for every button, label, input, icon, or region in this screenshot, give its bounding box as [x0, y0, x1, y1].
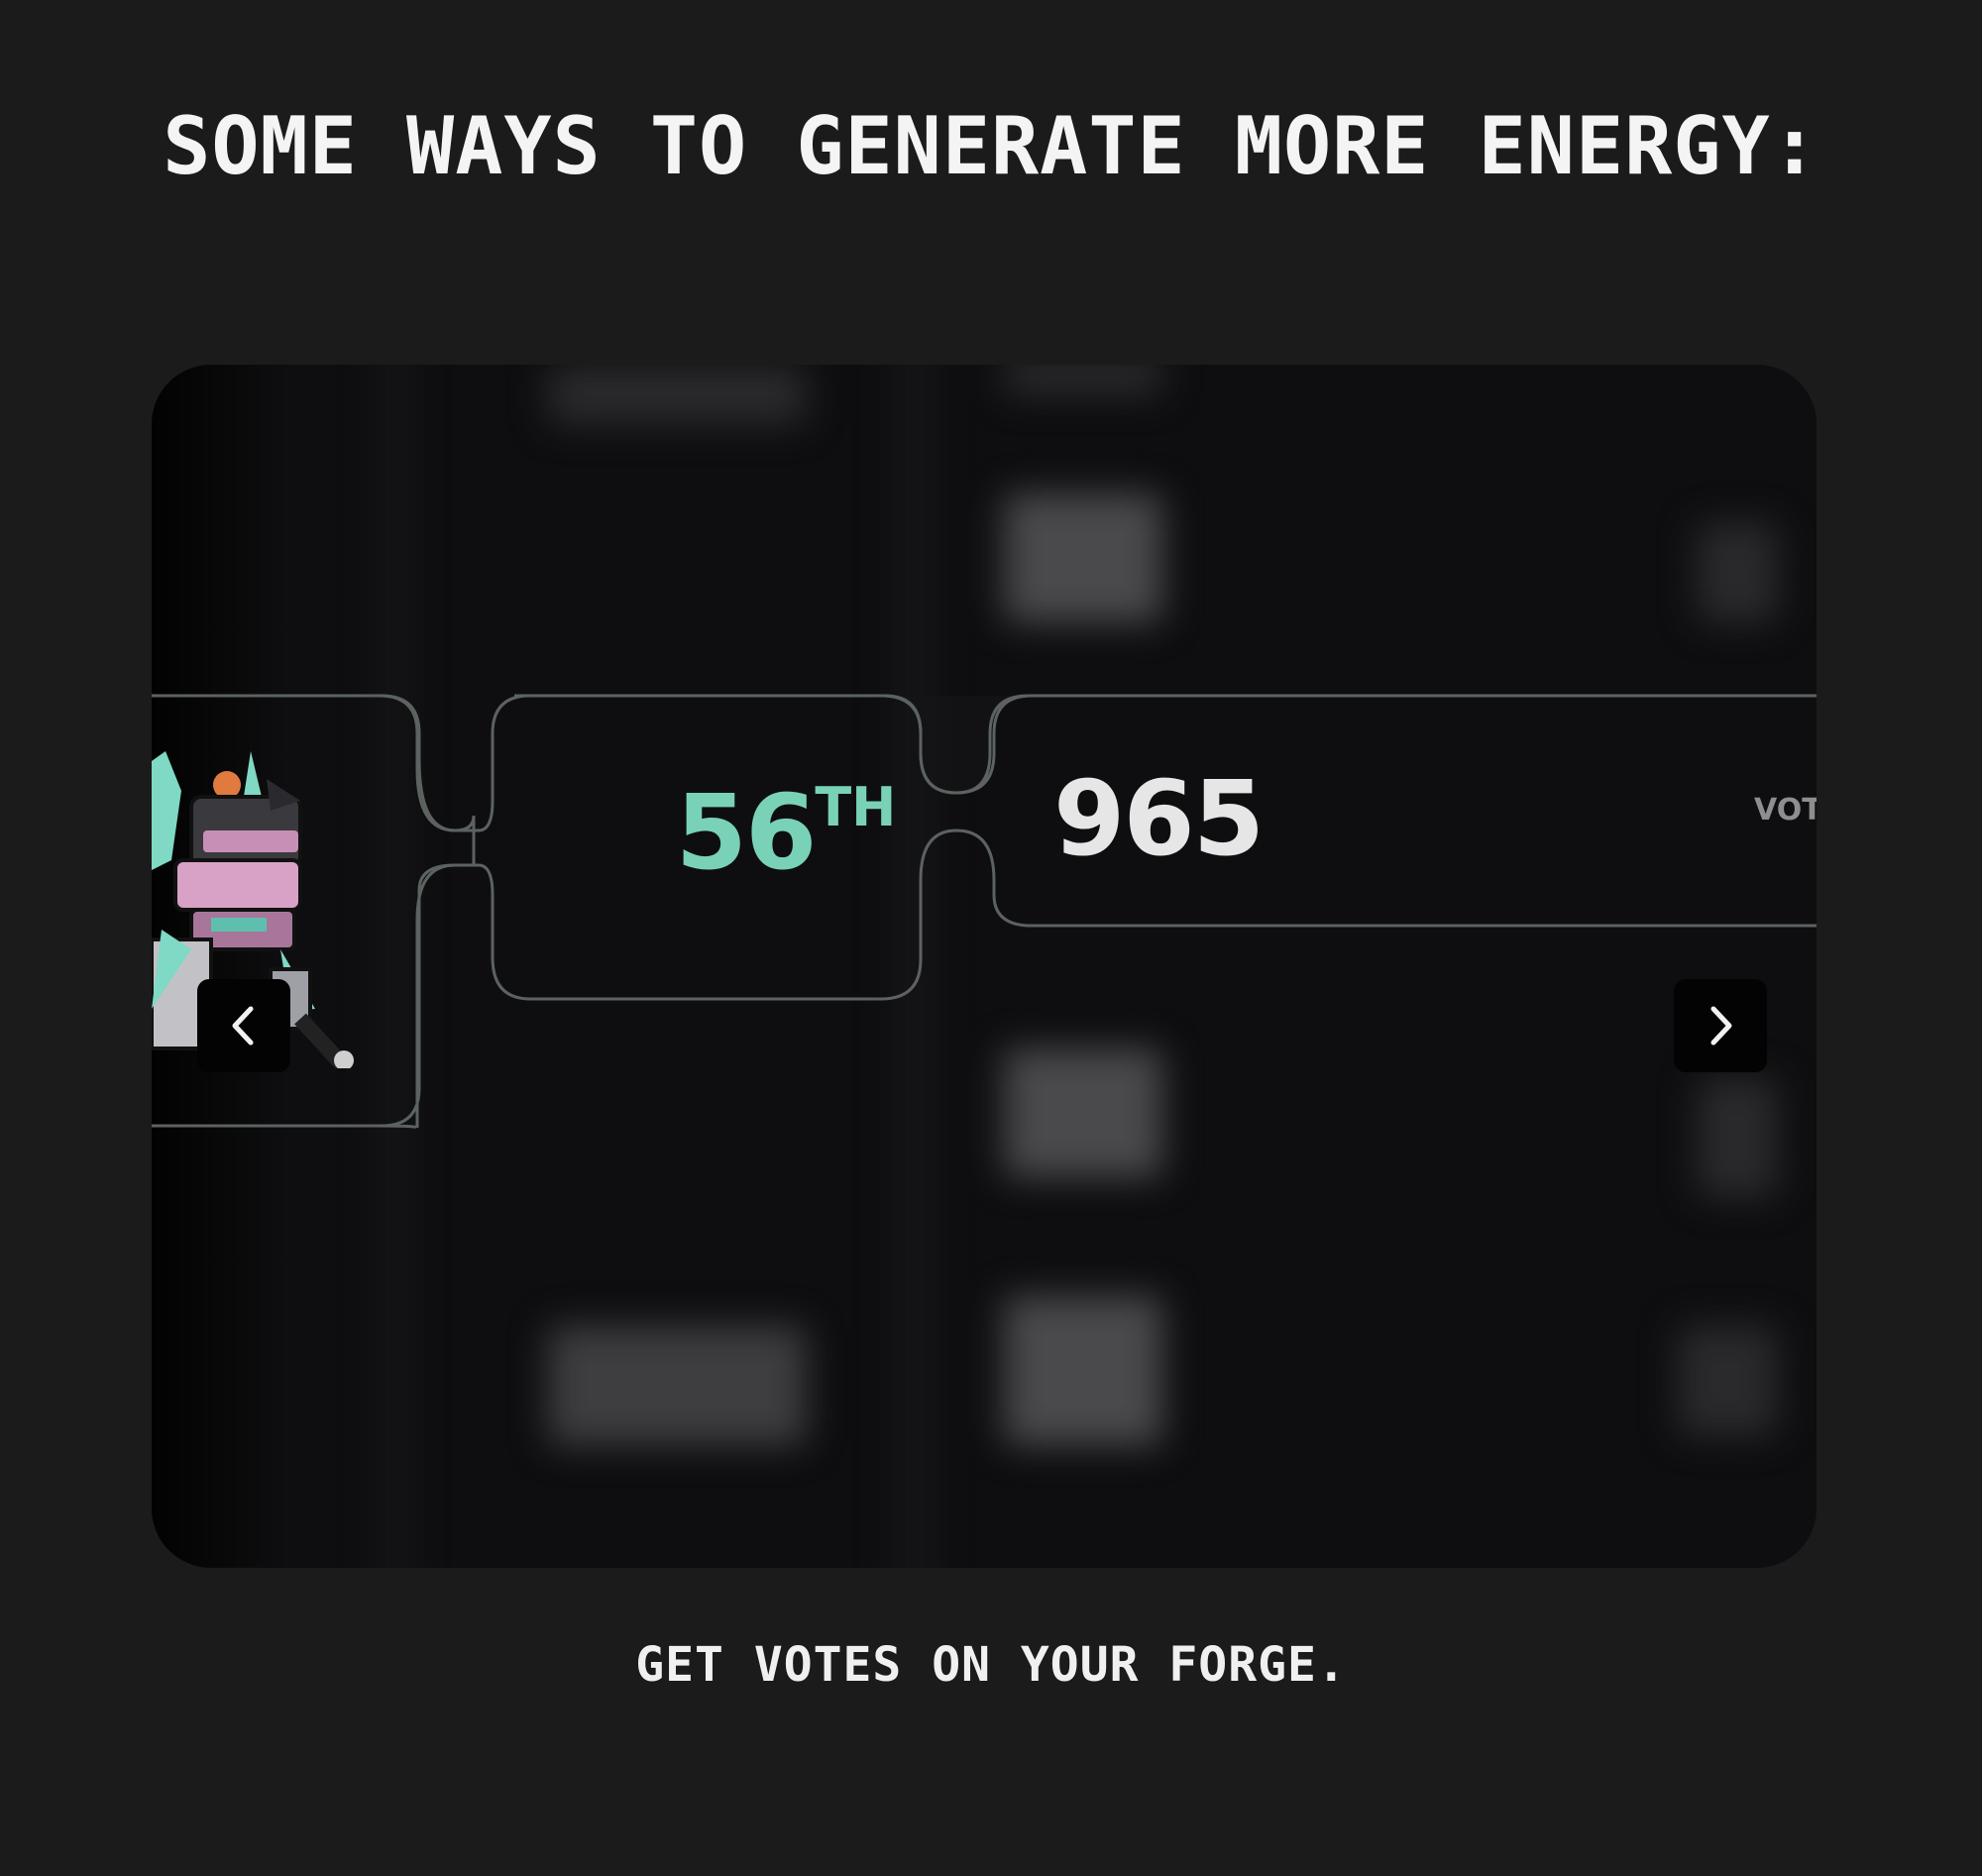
chevron-right-icon	[1710, 1006, 1732, 1046]
stat-panels-outline	[152, 694, 1817, 1130]
carousel-prev-button[interactable]	[197, 979, 290, 1072]
rank-number: 56	[675, 772, 818, 893]
rank-suffix: TH	[815, 776, 897, 838]
leaderboard-rank: 56TH	[568, 773, 1004, 892]
votes-count: 965	[1053, 758, 1265, 879]
carousel-next-button[interactable]	[1674, 979, 1767, 1072]
votes-label: VOTES	[1754, 793, 1817, 828]
chevron-left-icon	[232, 1006, 254, 1046]
page-heading: SOME WAYS TO GENERATE MORE ENERGY:	[163, 100, 1819, 192]
slide-caption: GET VOTES ON YOUR FORGE.	[635, 1637, 1347, 1693]
energy-carousel-slide: 56TH 965 VOTES	[152, 365, 1817, 1568]
